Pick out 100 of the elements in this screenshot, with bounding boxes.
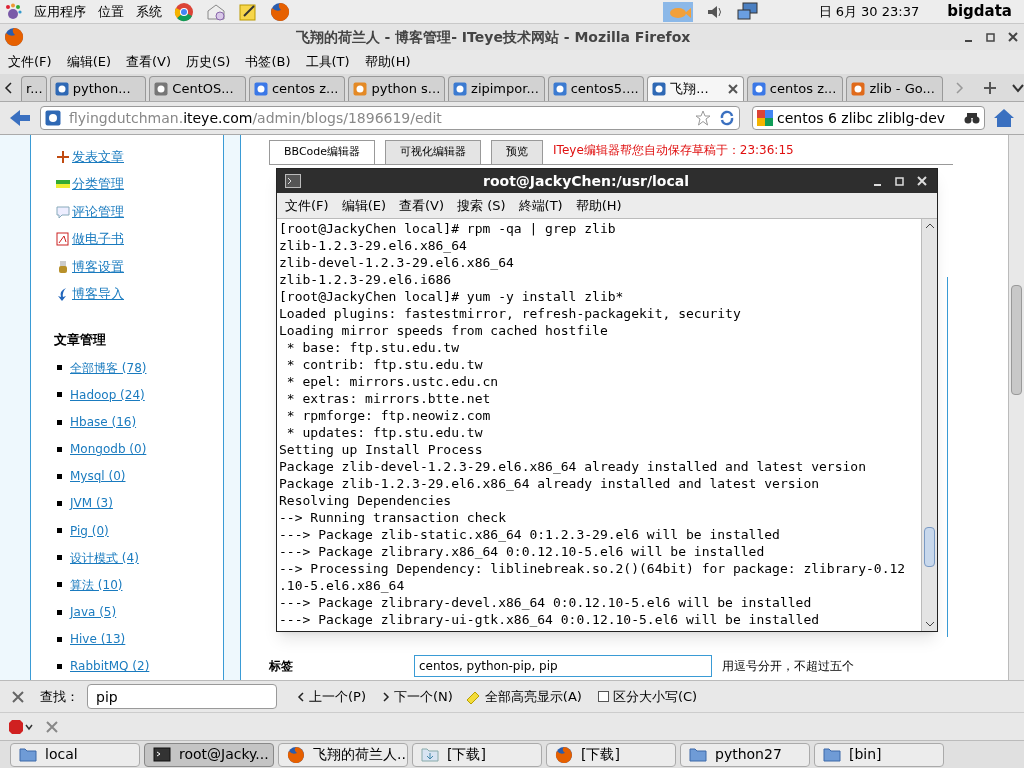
category-link[interactable]: Hive (13) <box>70 630 126 649</box>
taskbar-button[interactable]: [下载] <box>546 742 676 767</box>
maximize-icon[interactable] <box>984 30 998 44</box>
menu-item[interactable]: 编辑(E) <box>66 52 111 72</box>
match-case-checkbox[interactable]: 区分大小写(C) <box>597 686 698 707</box>
bullet-icon <box>57 528 62 534</box>
menu-item[interactable]: 終端(T) <box>518 195 563 216</box>
back-icon[interactable] <box>8 108 32 128</box>
address-bar[interactable]: flyingdutchman.iteye.com/admin/blogs/1896619/edit <box>40 106 740 130</box>
close-icon[interactable] <box>726 83 739 95</box>
sidebar-link[interactable]: 分类管理 <box>72 174 124 194</box>
category-link[interactable]: Pig (0) <box>70 521 109 540</box>
maximize-icon[interactable] <box>893 174 907 188</box>
bullet-icon <box>57 446 62 452</box>
scrollbar-thumb[interactable] <box>924 527 935 567</box>
menu-item[interactable]: 历史(S) <box>186 52 231 72</box>
new-tab-icon[interactable] <box>982 80 997 95</box>
tags-label: 标签 <box>269 658 294 675</box>
sidebar-link[interactable]: 博客导入 <box>72 284 124 304</box>
browser-tab[interactable]: centos z... <box>746 76 844 101</box>
menu-item[interactable]: 文件(F) <box>285 195 329 216</box>
panel-menu[interactable]: 系统 <box>136 1 162 22</box>
window-title: 飞翔的荷兰人 - 博客管理- ITeye技术网站 - Mozilla Firefox <box>294 27 692 47</box>
menu-item[interactable]: 文件(F) <box>8 52 52 72</box>
browser-tab[interactable]: CentOS... <box>149 76 246 101</box>
category-link[interactable]: RabbitMQ (2) <box>70 657 150 676</box>
terminal-line: * contrib: ftp.stu.edu.tw <box>285 356 484 373</box>
category-link[interactable]: 设计模式 (4) <box>70 548 139 567</box>
firefox-icon <box>287 746 305 763</box>
highlight-all-button[interactable]: 全部高亮显示(A) <box>464 686 582 707</box>
menu-item[interactable]: 编辑(E) <box>341 195 386 216</box>
next-button[interactable]: 下一个(N) <box>382 686 453 707</box>
notepad-icon[interactable] <box>238 1 258 22</box>
category-link[interactable]: 算法 (10) <box>70 575 123 594</box>
browser-tab[interactable]: centos z... <box>248 76 346 101</box>
taskbar-button[interactable]: [bin] <box>814 742 944 767</box>
find-label: 查找： <box>40 687 79 706</box>
browser-tab[interactable]: python s... <box>348 76 446 101</box>
editor-tab[interactable]: BBCode编辑器 <box>269 140 376 164</box>
panel-menu[interactable]: 位置 <box>98 1 124 22</box>
sidebar-link[interactable]: 发表文章 <box>72 146 124 167</box>
panel-menu[interactable]: 应用程序 <box>34 1 86 22</box>
editor-tab[interactable]: 预览 <box>491 140 544 164</box>
bookmark-star-icon[interactable] <box>695 110 711 126</box>
terminal-scrollbar[interactable] <box>921 219 937 631</box>
close-icon[interactable] <box>1006 30 1020 44</box>
browser-tab[interactable]: r... <box>21 76 47 101</box>
menu-item[interactable]: 帮助(H) <box>364 52 411 72</box>
search-field[interactable]: centos 6 zlibc zliblg-dev <box>752 106 985 130</box>
category-link[interactable]: 全部博客 (78) <box>70 358 147 377</box>
bullet-icon <box>57 419 62 425</box>
category-link[interactable]: Hadoop (24) <box>70 385 145 404</box>
menu-item[interactable]: 查看(V) <box>126 52 172 72</box>
browser-tab[interactable]: 飞翔... <box>647 76 744 101</box>
page-scrollbar[interactable] <box>1008 135 1024 680</box>
firefox-icon[interactable] <box>270 1 290 22</box>
category-link[interactable]: Hbase (16) <box>70 413 137 432</box>
menu-item[interactable]: 搜索 (S) <box>457 195 506 216</box>
chevron-left-icon[interactable] <box>4 81 14 94</box>
taskbar-button[interactable]: python27 <box>680 742 810 767</box>
taskbar-button[interactable]: [下载] <box>412 742 542 767</box>
scrollbar-thumb[interactable] <box>1011 285 1022 395</box>
home-icon[interactable] <box>993 108 1015 128</box>
user-name[interactable]: bigdata <box>947 0 1012 23</box>
tags-input[interactable]: centos, python-pip, pip <box>414 655 712 677</box>
terminal-line: * updates: ftp.stu.edu.tw <box>285 424 484 441</box>
tab-list-icon[interactable] <box>1011 82 1024 93</box>
stop-sign-icon[interactable] <box>8 718 34 735</box>
category-link[interactable]: Java (5) <box>70 603 117 622</box>
menu-item[interactable]: 查看(V) <box>399 195 445 216</box>
browser-tab[interactable]: zipimpor... <box>448 76 545 101</box>
category-link[interactable]: Mongodb (0) <box>70 440 147 459</box>
gnome-foot-icon[interactable] <box>4 2 22 21</box>
clock-text[interactable]: 日 6月 30 23:37 <box>818 1 920 22</box>
url-text: flyingdutchman.iteye.com/admin/blogs/1896619/edit <box>69 108 443 128</box>
taskbar-button[interactable]: 飞翔的荷兰人... <box>278 742 408 767</box>
sidebar-link[interactable]: 评论管理 <box>72 201 124 222</box>
browser-tab[interactable]: centos5.... <box>547 76 645 101</box>
chrome-icon[interactable] <box>174 1 194 22</box>
category-link[interactable]: Mysql (0) <box>70 467 126 486</box>
terminal-line: * epel: mirrors.ustc.edu.cn <box>285 373 500 390</box>
category-link[interactable]: JVM (3) <box>70 494 113 513</box>
network-icon[interactable] <box>736 1 759 22</box>
find-field[interactable]: pip <box>87 684 277 709</box>
sidebar-link[interactable]: 做电子书 <box>72 229 124 249</box>
taskbar-button[interactable]: local <box>10 742 140 767</box>
menu-item[interactable]: 书签(B) <box>245 52 291 72</box>
search-text: centos 6 zlibc zliblg-dev <box>777 108 947 128</box>
browser-tab[interactable]: python... <box>49 76 147 101</box>
close-icon[interactable] <box>12 690 24 703</box>
previous-button[interactable]: 上一个(P) <box>297 686 366 707</box>
taskbar-button[interactable]: root@Jacky... <box>144 742 274 767</box>
menu-item[interactable]: 工具(T) <box>305 52 350 72</box>
binoculars-icon[interactable] <box>964 111 980 125</box>
editor-tab[interactable]: 可视化编辑器 <box>385 140 482 164</box>
sidebar-link[interactable]: 博客设置 <box>72 256 124 277</box>
close-icon[interactable] <box>915 174 929 188</box>
reload-icon[interactable] <box>719 110 735 126</box>
browser-tab[interactable]: zlib - Go... <box>846 76 943 101</box>
menu-item[interactable]: 帮助(H) <box>575 195 622 216</box>
